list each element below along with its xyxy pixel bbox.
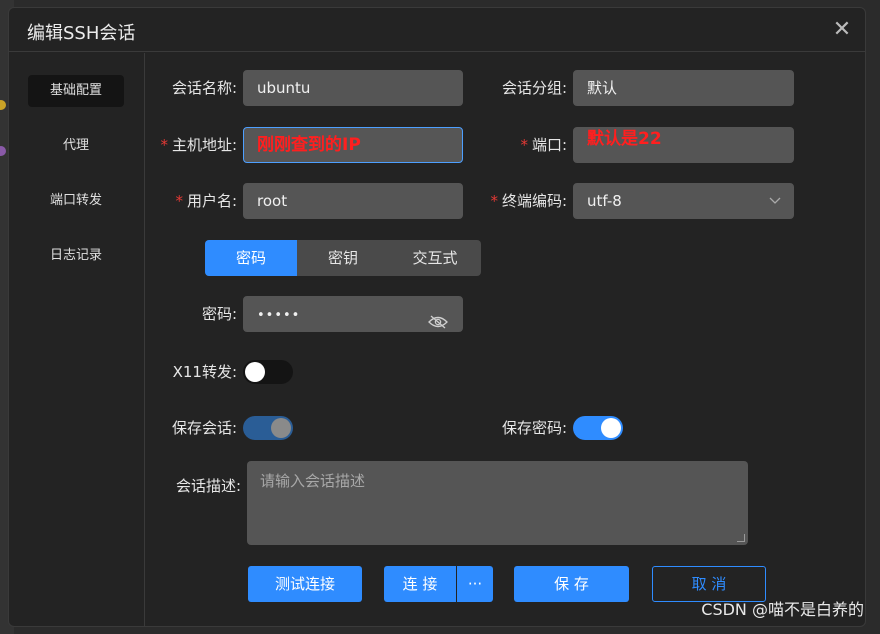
description-textarea[interactable]: 请输入会话描述 bbox=[247, 461, 748, 545]
dialog-header: 编辑SSH会话 ✕ bbox=[9, 8, 865, 52]
session-name-label: 会话名称: bbox=[171, 79, 237, 97]
session-group-input[interactable]: 默认 bbox=[573, 70, 794, 106]
save-password-toggle[interactable] bbox=[573, 416, 623, 440]
close-icon[interactable]: ✕ bbox=[829, 17, 855, 43]
required-marker: * bbox=[175, 192, 183, 210]
tab-interactive[interactable]: 交互式 bbox=[389, 240, 481, 276]
auth-method-tabs: 密码 密钥 交互式 bbox=[205, 240, 481, 276]
hide-password-icon[interactable] bbox=[428, 307, 448, 329]
port-label-text: 端口: bbox=[531, 136, 567, 154]
x11-forwarding-label: X11转发: bbox=[172, 363, 237, 381]
dialog-title: 编辑SSH会话 bbox=[27, 23, 136, 44]
username-input[interactable]: root bbox=[243, 183, 463, 219]
username-label: * 用户名: bbox=[143, 183, 237, 219]
ssh-session-dialog: 编辑SSH会话 ✕ 基础配置 代理 端口转发 日志记录 会话名称: ubuntu… bbox=[8, 7, 866, 627]
description-placeholder: 请输入会话描述 bbox=[260, 472, 366, 490]
host-label: * 主机地址: bbox=[143, 127, 237, 163]
sidebar-item-proxy[interactable]: 代理 bbox=[28, 130, 124, 162]
connect-more-button[interactable]: ··· bbox=[457, 566, 493, 602]
encoding-label: * 终端编码: bbox=[471, 183, 567, 219]
save-session-label: 保存会话: bbox=[171, 419, 237, 437]
description-label: 会话描述: bbox=[175, 477, 241, 495]
host-label-text: 主机地址: bbox=[171, 136, 237, 154]
test-connection-button[interactable]: 测试连接 bbox=[248, 566, 362, 602]
save-password-label: 保存密码: bbox=[501, 419, 567, 437]
csdn-watermark: CSDN @喵不是白养的 bbox=[701, 600, 864, 619]
port-label: * 端口: bbox=[499, 127, 567, 163]
encoding-select[interactable]: utf-8 bbox=[573, 183, 794, 219]
required-marker: * bbox=[520, 136, 528, 154]
username-label-text: 用户名: bbox=[186, 192, 237, 210]
password-label: 密码: bbox=[201, 305, 237, 323]
settings-sidebar: 基础配置 代理 端口转发 日志记录 bbox=[9, 53, 145, 626]
background-dot-purple bbox=[0, 146, 6, 156]
required-marker: * bbox=[160, 136, 168, 154]
sidebar-item-basic-config[interactable]: 基础配置 bbox=[28, 75, 124, 107]
host-input[interactable]: 刚刚查到的IP bbox=[243, 127, 463, 163]
session-name-input[interactable]: ubuntu bbox=[243, 70, 463, 106]
session-group-label: 会话分组: bbox=[501, 79, 567, 97]
sidebar-item-port-forwarding[interactable]: 端口转发 bbox=[28, 185, 124, 217]
port-input-value: 默认是22 bbox=[587, 129, 662, 149]
required-marker: * bbox=[490, 192, 498, 210]
save-button[interactable]: 保 存 bbox=[514, 566, 629, 602]
encoding-select-value: utf-8 bbox=[587, 192, 622, 210]
sidebar-item-logging[interactable]: 日志记录 bbox=[28, 240, 124, 272]
toggle-knob bbox=[271, 418, 291, 438]
background-dot-yellow bbox=[0, 100, 6, 110]
resize-handle[interactable] bbox=[737, 534, 745, 542]
tab-password[interactable]: 密码 bbox=[205, 240, 297, 276]
password-input[interactable]: ••••• bbox=[243, 296, 463, 332]
port-input[interactable]: 默认是22 bbox=[573, 127, 794, 163]
host-input-value: 刚刚查到的IP bbox=[257, 135, 361, 155]
encoding-label-text: 终端编码: bbox=[501, 192, 567, 210]
password-masked-value: ••••• bbox=[257, 308, 301, 323]
toggle-knob bbox=[601, 418, 621, 438]
x11-forwarding-toggle[interactable] bbox=[243, 360, 293, 384]
chevron-down-icon bbox=[769, 184, 781, 231]
tab-private-key[interactable]: 密钥 bbox=[297, 240, 389, 276]
save-session-toggle[interactable] bbox=[243, 416, 293, 440]
connect-button[interactable]: 连 接 bbox=[384, 566, 456, 602]
toggle-knob bbox=[245, 362, 265, 382]
